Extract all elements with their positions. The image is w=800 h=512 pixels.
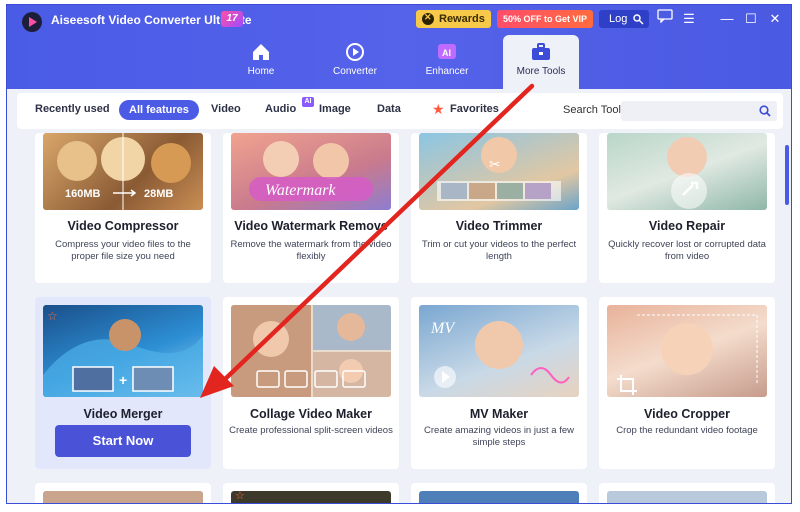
card-title: Video Merger <box>83 407 163 421</box>
nav-label: More Tools <box>516 66 566 77</box>
tab-image[interactable]: Image <box>319 103 351 115</box>
tab-audio[interactable]: Audio <box>265 103 296 115</box>
thumbnail-image: MV <box>419 305 579 397</box>
rewards-button[interactable]: Rewards <box>416 10 491 28</box>
card-title: Video Trimmer <box>455 219 543 233</box>
tab-data[interactable]: Data <box>377 103 401 115</box>
svg-text:✂: ✂ <box>489 157 501 173</box>
rewards-label: Rewards <box>439 13 485 25</box>
favorite-star-icon[interactable]: ☆ <box>47 309 58 323</box>
card-desc: Compress your video files to the proper … <box>55 239 191 262</box>
tool-card-partial[interactable]: ☆ <box>223 483 399 503</box>
card-title: Video Watermark Remove <box>234 219 388 233</box>
converter-icon <box>346 43 364 61</box>
thumbnail-image: ✂ <box>419 133 579 210</box>
tool-card-partial[interactable] <box>599 483 775 503</box>
close-icon[interactable]: ✕ <box>765 9 785 29</box>
key-icon[interactable] <box>629 9 649 29</box>
start-now-button[interactable]: Start Now <box>55 425 191 457</box>
size-from-label: 160MB <box>65 188 101 200</box>
tool-card-video-watermark-remove[interactable]: Watermark Video Watermark Remove Remove … <box>223 133 399 283</box>
title-bar: Aiseesoft Video Converter Ultimate 17 Re… <box>7 5 791 89</box>
tool-card-video-trimmer[interactable]: ✂ Video Trimmer Trim or cut your videos … <box>411 133 587 283</box>
minimize-icon[interactable]: — <box>717 9 737 29</box>
card-desc: Create amazing videos in just a few simp… <box>424 425 574 448</box>
thumbnail-image <box>231 305 391 397</box>
thumbnail-image <box>43 491 203 503</box>
tool-card-video-repair[interactable]: Video Repair Quickly recover lost or cor… <box>599 133 775 283</box>
card-title: Video Compressor <box>67 219 179 233</box>
svg-text:AI: AI <box>442 48 451 58</box>
tool-card-video-cropper[interactable]: Video Cropper Crop the redundant video f… <box>599 297 775 469</box>
nav-more-tools[interactable]: More Tools <box>503 35 579 89</box>
card-title: Video Cropper <box>644 407 730 421</box>
thumbnail-image: Watermark <box>231 133 391 210</box>
tab-recently-used[interactable]: Recently used <box>35 103 110 115</box>
thumbnail-image: + <box>43 305 203 397</box>
thumbnail-image <box>607 491 767 503</box>
nav-enhancer[interactable]: AI Enhancer <box>407 35 487 89</box>
nav-label: Home <box>247 66 275 77</box>
rewards-icon <box>422 12 434 25</box>
search-icon[interactable] <box>759 105 771 117</box>
card-title: Collage Video Maker <box>249 407 373 421</box>
card-desc: Crop the redundant video footage <box>616 425 758 436</box>
card-title: Video Repair <box>648 219 726 233</box>
thumbnail-image <box>419 491 579 503</box>
tool-card-partial[interactable] <box>411 483 587 503</box>
thumbnail-image <box>607 305 767 397</box>
nav-label: Converter <box>333 66 377 77</box>
card-desc: Create professional split-screen videos <box>229 425 393 436</box>
scrollbar-thumb[interactable] <box>785 145 789 205</box>
menu-icon[interactable]: ☰ <box>679 9 699 29</box>
version-badge: 17 <box>221 11 243 27</box>
nav-converter[interactable]: Converter <box>315 35 395 89</box>
feedback-icon[interactable] <box>655 9 675 29</box>
app-window: Aiseesoft Video Converter Ultimate 17 Re… <box>6 4 792 504</box>
thumbnail-image <box>607 133 767 210</box>
thumbnail-image <box>231 491 391 503</box>
tool-card-collage-video-maker[interactable]: Collage Video Maker Create professional … <box>223 297 399 469</box>
watermark-text: Watermark <box>265 182 336 199</box>
card-desc: Quickly recover lost or corrupted data f… <box>608 239 766 262</box>
card-desc: Trim or cut your videos to the perfect l… <box>421 239 577 262</box>
nav-home[interactable]: Home <box>221 35 301 89</box>
audio-ai-badge: AI <box>302 97 314 107</box>
tab-video[interactable]: Video <box>211 103 241 115</box>
maximize-icon[interactable]: ☐ <box>741 9 761 29</box>
tool-card-video-compressor[interactable]: 160MB 28MB Video Compressor Compress you… <box>35 133 211 283</box>
search-label: Search Tool: <box>563 104 624 116</box>
svg-text:+: + <box>119 372 127 388</box>
tool-card-mv-maker[interactable]: MV MV Maker Create amazing videos in jus… <box>411 297 587 469</box>
tab-all-features[interactable]: All features <box>119 100 199 120</box>
mv-text: MV <box>430 320 456 337</box>
star-icon: ★ <box>432 101 445 117</box>
home-icon <box>253 44 269 60</box>
card-title: MV Maker <box>469 407 529 421</box>
nav-label: Enhancer <box>425 66 469 77</box>
filter-bar: Recently used All features Video Audio A… <box>17 93 783 129</box>
favorite-star-icon[interactable]: ☆ <box>235 489 245 502</box>
toolbox-icon <box>532 43 550 60</box>
app-logo-icon <box>22 12 42 32</box>
tool-card-video-merger[interactable]: + ☆ Video Merger Start Now <box>35 297 211 469</box>
thumbnail-image: 160MB 28MB <box>43 133 203 210</box>
card-desc: Remove the watermark from the video flex… <box>230 239 392 262</box>
tools-grid: 160MB 28MB Video Compressor Compress you… <box>17 133 783 503</box>
enhancer-icon: AI <box>438 44 456 59</box>
tab-favorites[interactable]: Favorites <box>450 103 499 115</box>
tool-card-partial[interactable] <box>35 483 211 503</box>
size-to-label: 28MB <box>144 188 173 200</box>
search-input[interactable] <box>621 101 777 121</box>
vip-offer-button[interactable]: 50% OFF to Get VIP <box>497 10 593 28</box>
